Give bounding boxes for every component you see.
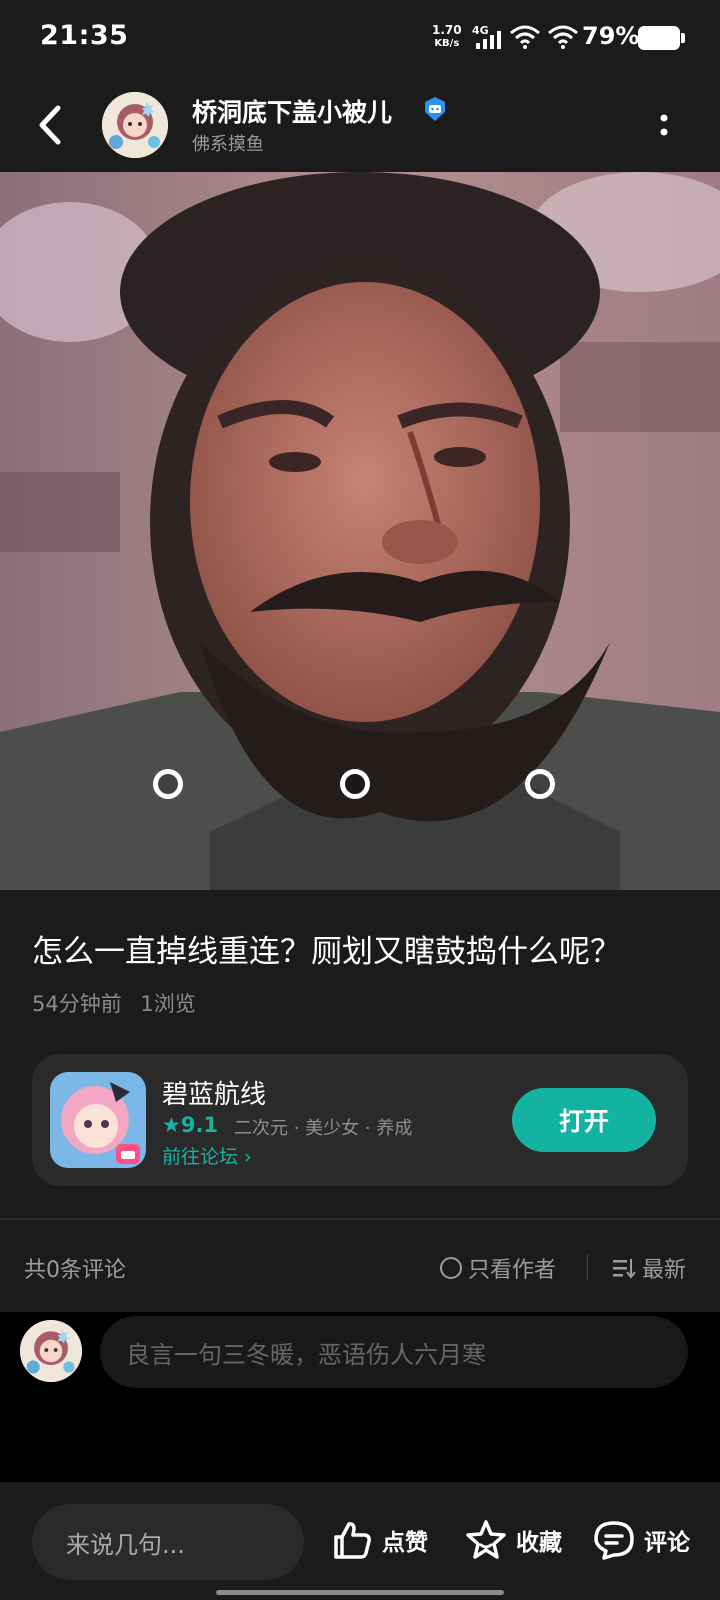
battery-percent: 79% xyxy=(582,22,640,50)
sort-icon xyxy=(613,1259,636,1279)
favorite-label: 收藏 xyxy=(516,1530,562,1556)
verified-badge-icon xyxy=(425,97,445,121)
avatar-anime-girl-icon xyxy=(102,92,168,158)
author-only-label: 只看作者 xyxy=(468,1258,557,1283)
game-tags: 二次元 · 美少女 · 养成 xyxy=(234,1118,413,1139)
game-name[interactable]: 碧蓝航线 xyxy=(162,1074,266,1111)
post-views: 1浏览 xyxy=(140,992,196,1016)
favorite-button[interactable]: 收藏 xyxy=(464,1518,562,1562)
author-name[interactable]: 桥洞底下盖小被儿 xyxy=(192,93,392,129)
author-tag: 佛系摸鱼 xyxy=(192,134,264,155)
like-label: 点赞 xyxy=(382,1530,428,1556)
battery-icon xyxy=(638,26,685,50)
divider xyxy=(0,1218,720,1220)
thumbs-up-icon xyxy=(334,1522,371,1559)
separator xyxy=(587,1254,588,1280)
wifi-icon xyxy=(510,25,540,49)
radio-circle-icon xyxy=(440,1257,462,1279)
image-page-dot[interactable] xyxy=(525,769,555,799)
post-time: 54分钟前 xyxy=(32,992,122,1016)
game-icon[interactable] xyxy=(50,1072,146,1168)
my-avatar xyxy=(20,1320,82,1382)
comment-bubble-icon xyxy=(594,1521,634,1560)
more-button[interactable] xyxy=(654,106,674,146)
network-speed: 1.70 KB/s xyxy=(432,23,462,50)
wifi-icon xyxy=(548,25,578,49)
comment-button[interactable]: 评论 xyxy=(592,1518,690,1562)
author-avatar[interactable] xyxy=(102,92,168,158)
open-game-button[interactable]: 打开 xyxy=(512,1088,656,1152)
status-time: 21:35 xyxy=(40,20,129,51)
author-only-toggle[interactable]: 只看作者 xyxy=(440,1252,556,1284)
back-button[interactable] xyxy=(30,100,70,150)
home-indicator[interactable] xyxy=(216,1590,504,1595)
image-page-dot[interactable] xyxy=(340,769,370,799)
comment-count: 共0条评论 xyxy=(24,1258,126,1283)
like-button[interactable]: 点赞 xyxy=(330,1518,428,1562)
quick-comment-input[interactable]: 来说几句... xyxy=(32,1504,304,1580)
signal-icon xyxy=(476,31,501,49)
post-meta: 54分钟前 1浏览 xyxy=(32,988,196,1018)
comment-input[interactable]: 良言一句三冬暖，恶语伤人六月寒 xyxy=(100,1316,688,1388)
game-rating: ★9.1 xyxy=(162,1113,219,1137)
image-page-dot[interactable] xyxy=(153,769,183,799)
post-image[interactable] xyxy=(0,172,720,890)
forum-link[interactable]: 前往论坛 › xyxy=(162,1142,252,1169)
post-title: 怎么一直掉线重连？厕划又瞎鼓捣什么呢？ xyxy=(32,934,621,970)
sort-label: 最新 xyxy=(642,1258,687,1283)
comment-label: 评论 xyxy=(644,1530,690,1556)
avatar-anime-girl-icon xyxy=(20,1320,82,1382)
sort-newest-button[interactable]: 最新 xyxy=(612,1252,686,1284)
game-character-icon xyxy=(50,1072,146,1168)
star-icon xyxy=(466,1520,506,1559)
